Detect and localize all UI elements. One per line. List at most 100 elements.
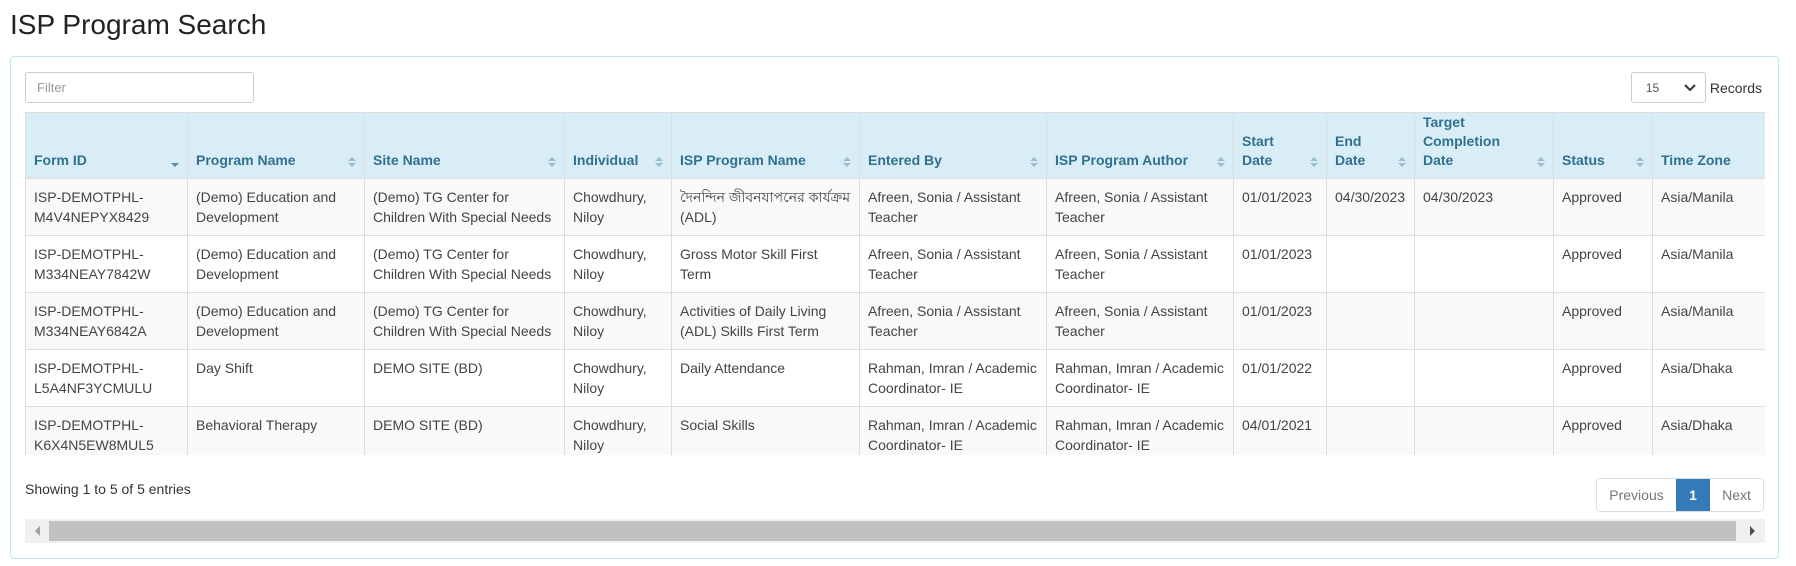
horizontal-scrollbar[interactable] xyxy=(25,519,1765,543)
scrollbar-thumb[interactable] xyxy=(49,521,1736,541)
column-header-label: ISP Program Author xyxy=(1055,152,1189,168)
table-row[interactable]: ISP-DEMOTPHL-M4V4NEPYX8429 (Demo) Educati… xyxy=(25,178,1765,236)
table-cell: Afreen, Sonia / Assistant Teacher xyxy=(859,178,1047,236)
column-header[interactable]: Status xyxy=(1553,112,1653,179)
column-header-label: Status xyxy=(1562,152,1605,168)
table-cell: Social Skills xyxy=(671,406,860,455)
table-cell xyxy=(1326,235,1415,293)
table-cell: 04/30/2023 xyxy=(1414,178,1554,236)
filter-input[interactable] xyxy=(25,72,254,103)
table-cell: Asia/Manila xyxy=(1652,178,1765,236)
table-cell: ISP-DEMOTPHL-M4V4NEPYX8429 xyxy=(25,178,188,236)
table-cell: দৈনন্দিন জীবনযাপনের কার্যক্রম (ADL) xyxy=(671,178,860,236)
table-cell xyxy=(1414,292,1554,350)
sort-both-icon xyxy=(1310,157,1318,167)
page-1-button[interactable]: 1 xyxy=(1676,479,1710,511)
records-select[interactable]: 15 xyxy=(1630,72,1706,103)
table-cell: 01/01/2023 xyxy=(1233,235,1327,293)
table-cell xyxy=(1326,292,1415,350)
table-cell: (Demo) TG Center for Children With Speci… xyxy=(364,178,565,236)
sort-both-icon xyxy=(1636,157,1644,167)
table-row[interactable]: ISP-DEMOTPHL-M334NEAY6842A (Demo) Educati… xyxy=(25,292,1765,350)
table-cell: Afreen, Sonia / Assistant Teacher xyxy=(859,292,1047,350)
table-row[interactable]: ISP-DEMOTPHL-M334NEAY7842W (Demo) Educati… xyxy=(25,235,1765,293)
table-cell: Approved xyxy=(1553,292,1653,350)
table-cell: Asia/Manila xyxy=(1652,292,1765,350)
entries-info: Showing 1 to 5 of 5 entries xyxy=(25,481,191,497)
search-panel: 15 Records Form ID Program Name Site Name I… xyxy=(10,56,1779,559)
table-cell: DEMO SITE (BD) xyxy=(364,406,565,455)
table-cell: Asia/Manila xyxy=(1652,235,1765,293)
table-cell: Afreen, Sonia / Assistant Teacher xyxy=(1046,235,1234,293)
table-cell: Chowdhury, Niloy xyxy=(564,349,672,407)
column-header-label: Individual xyxy=(573,152,639,168)
pagination: Previous 1 Next xyxy=(1596,478,1764,512)
table-cell: Approved xyxy=(1553,178,1653,236)
previous-page-button[interactable]: Previous xyxy=(1597,479,1676,511)
table-row[interactable]: ISP-DEMOTPHL-K6X4N5EW8MUL5 Behavioral The… xyxy=(25,406,1765,455)
table-cell: Rahman, Imran / Academic Coordinator- IE xyxy=(1046,349,1234,407)
table-cell: (Demo) TG Center for Children With Speci… xyxy=(364,292,565,350)
table-cell: 04/01/2021 xyxy=(1233,406,1327,455)
records-per-page: 15 Records xyxy=(1630,72,1762,103)
sort-both-icon xyxy=(1398,157,1406,167)
table-cell: Approved xyxy=(1553,235,1653,293)
column-header[interactable]: Site Name xyxy=(364,112,565,179)
table-cell xyxy=(1414,349,1554,407)
scroll-right-arrow-icon[interactable] xyxy=(1747,525,1757,537)
column-header[interactable]: Start Date xyxy=(1233,112,1327,179)
table-cell: DEMO SITE (BD) xyxy=(364,349,565,407)
column-header-label: ISP Program Name xyxy=(680,152,806,168)
column-header-label: Start Date xyxy=(1242,133,1274,168)
results-table-container: Form ID Program Name Site Name Individual IS… xyxy=(25,112,1765,455)
table-body: ISP-DEMOTPHL-M4V4NEPYX8429 (Demo) Educati… xyxy=(25,178,1765,455)
table-cell: Rahman, Imran / Academic Coordinator- IE xyxy=(1046,406,1234,455)
table-cell: Rahman, Imran / Academic Coordinator- IE xyxy=(859,406,1047,455)
records-label: Records xyxy=(1709,79,1762,96)
column-header[interactable]: Form ID xyxy=(25,112,188,179)
column-header-label: Form ID xyxy=(34,152,87,168)
column-header[interactable]: Time Zone xyxy=(1652,112,1765,179)
table-row[interactable]: ISP-DEMOTPHL-L5A4NF3YCMULU Day Shift DEMO … xyxy=(25,349,1765,407)
table-cell: Gross Motor Skill First Term xyxy=(671,235,860,293)
table-cell xyxy=(1414,406,1554,455)
column-header[interactable]: Program Name xyxy=(187,112,365,179)
table-cell: Asia/Dhaka xyxy=(1652,406,1765,455)
table-cell: Daily Attendance xyxy=(671,349,860,407)
chevron-down-icon xyxy=(1684,83,1696,91)
sort-both-icon xyxy=(843,157,851,167)
column-header[interactable]: End Date xyxy=(1326,112,1415,179)
table-cell: Chowdhury, Niloy xyxy=(564,178,672,236)
table-cell: Afreen, Sonia / Assistant Teacher xyxy=(859,235,1047,293)
column-header[interactable]: ISP Program Author xyxy=(1046,112,1234,179)
records-select-value: 15 xyxy=(1645,80,1660,95)
table-cell: ISP-DEMOTPHL-K6X4N5EW8MUL5 xyxy=(25,406,188,455)
column-header-label: Time Zone xyxy=(1661,152,1731,168)
results-table: Form ID Program Name Site Name Individual IS… xyxy=(25,112,1765,455)
column-header-label: End Date xyxy=(1335,133,1366,168)
sort-both-icon xyxy=(348,157,356,167)
table-cell: Activities of Daily Living (ADL) Skills … xyxy=(671,292,860,350)
next-page-button[interactable]: Next xyxy=(1710,479,1763,511)
table-cell: (Demo) Education and Development xyxy=(187,235,365,293)
table-cell: 01/01/2022 xyxy=(1233,349,1327,407)
table-cell: Chowdhury, Niloy xyxy=(564,406,672,455)
table-cell xyxy=(1414,235,1554,293)
table-cell: Chowdhury, Niloy xyxy=(564,292,672,350)
table-cell: ISP-DEMOTPHL-L5A4NF3YCMULU xyxy=(25,349,188,407)
sort-both-icon xyxy=(1217,157,1225,167)
column-header[interactable]: Entered By xyxy=(859,112,1047,179)
sort-both-icon xyxy=(548,157,556,167)
column-header[interactable]: Individual xyxy=(564,112,672,179)
scroll-left-arrow-icon[interactable] xyxy=(33,525,43,537)
sort-descending-icon xyxy=(171,163,179,167)
table-cell: Approved xyxy=(1553,406,1653,455)
table-cell: (Demo) Education and Development xyxy=(187,292,365,350)
column-header[interactable]: Target Completion Date xyxy=(1414,112,1554,179)
column-header[interactable]: ISP Program Name xyxy=(671,112,860,179)
sort-both-icon xyxy=(1030,157,1038,167)
table-cell: 01/01/2023 xyxy=(1233,292,1327,350)
table-cell xyxy=(1326,349,1415,407)
page-title: ISP Program Search xyxy=(10,9,267,40)
column-header-label: Entered By xyxy=(868,152,942,168)
